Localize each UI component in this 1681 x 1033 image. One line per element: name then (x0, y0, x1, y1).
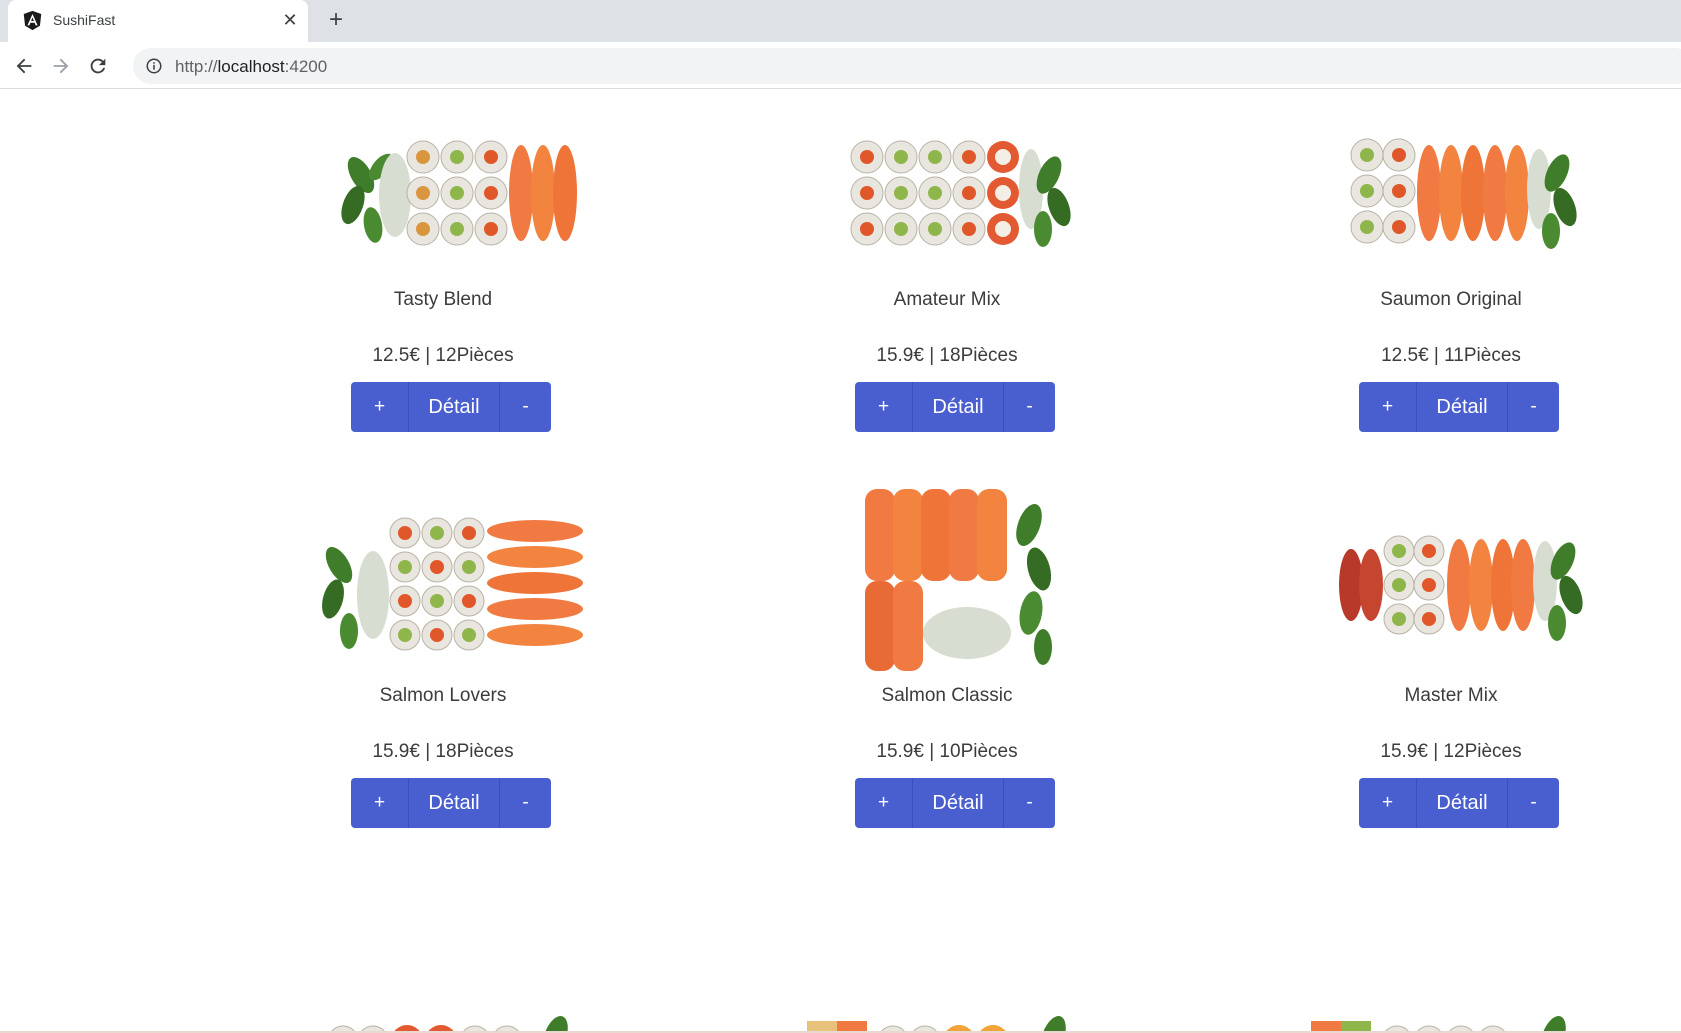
product-price: 15.9€ | 12Pièces (1380, 741, 1522, 762)
url-scheme: http:// (175, 57, 218, 76)
add-button[interactable]: + (1359, 382, 1416, 432)
salmon-nigiri-icon (509, 145, 577, 241)
arrow-right-icon (53, 58, 69, 74)
remove-button[interactable]: - (1508, 778, 1559, 828)
product-card (737, 941, 1157, 1033)
detail-button[interactable]: Détail (1416, 778, 1508, 828)
product-image[interactable] (293, 89, 593, 279)
url-port: :4200 (284, 57, 328, 76)
product-image[interactable] (293, 941, 593, 1033)
salmon-nigiri-icon (487, 520, 583, 646)
back-button[interactable] (8, 50, 40, 82)
product-image[interactable] (797, 89, 1097, 279)
edamame-icon (1040, 1015, 1066, 1033)
browser-tab[interactable]: SushiFast ✕ (8, 0, 308, 42)
url-text: http://localhost:4200 (175, 57, 327, 77)
product-grid: Tasty Blend 12.5€ | 12Pièces + Détail - (0, 89, 1681, 1033)
product-image[interactable] (797, 485, 1097, 675)
browser-toolbar: http://localhost:4200 (0, 42, 1681, 89)
detail-button[interactable]: Détail (912, 778, 1004, 828)
detail-button[interactable]: Détail (1416, 382, 1508, 432)
maki-rolls-icon (406, 140, 508, 246)
browser-tab-strip: SushiFast ✕ + (0, 0, 1681, 42)
angular-logo-icon (23, 10, 42, 31)
reload-icon (90, 58, 106, 74)
cabbage-icon (357, 551, 389, 639)
cabbage-icon (923, 607, 1011, 659)
tab-title: SushiFast (53, 12, 116, 28)
new-tab-icon[interactable]: + (322, 6, 350, 34)
product-price: 12.5€ | 12Pièces (372, 345, 514, 366)
product-name: Saumon Original (1380, 289, 1522, 310)
salmon-nigiri-icon (1417, 145, 1529, 241)
product-name: Master Mix (1404, 685, 1498, 706)
cabbage-icon (379, 153, 411, 237)
product-card: Master Mix 15.9€ | 12Pièces + Détail - (1241, 485, 1661, 865)
product-name: Tasty Blend (393, 289, 493, 310)
product-name: Amateur Mix (893, 289, 1001, 310)
product-card: Salmon Lovers 15.9€ | 18Pièces + Détail … (233, 485, 653, 865)
edamame-icon (1016, 503, 1052, 665)
product-price: 12.5€ | 11Pièces (1381, 345, 1521, 366)
product-actions: + Détail - (351, 778, 551, 828)
product-image[interactable] (293, 485, 593, 675)
product-image[interactable] (1301, 941, 1601, 1033)
product-card (233, 941, 653, 1033)
maki-rolls-icon (1383, 535, 1445, 635)
add-button[interactable]: + (1359, 778, 1416, 828)
product-card: Salmon Classic 15.9€ | 10Pièces + Détail… (737, 485, 1157, 865)
product-actions: + Détail - (351, 382, 551, 432)
url-host: localhost (217, 57, 285, 76)
arrow-left-icon (16, 58, 32, 74)
edamame-icon (1540, 1015, 1566, 1033)
remove-button[interactable]: - (1004, 778, 1055, 828)
address-bar[interactable]: http://localhost:4200 (133, 48, 1681, 84)
product-card (1241, 941, 1661, 1033)
product-image[interactable] (797, 941, 1097, 1033)
remove-button[interactable]: - (500, 382, 551, 432)
detail-button[interactable]: Détail (408, 382, 500, 432)
remove-button[interactable]: - (500, 778, 551, 828)
remove-button[interactable]: - (1508, 382, 1559, 432)
detail-button[interactable]: Détail (408, 778, 500, 828)
edamame-icon (322, 546, 358, 649)
product-card: Tasty Blend 12.5€ | 12Pièces + Détail - (233, 89, 653, 469)
product-card: Amateur Mix 15.9€ | 18Pièces + Détail - (737, 89, 1157, 469)
info-icon[interactable] (145, 57, 163, 75)
add-button[interactable]: + (351, 382, 408, 432)
forward-button[interactable] (45, 50, 77, 82)
close-tab-icon[interactable]: ✕ (278, 8, 302, 32)
remove-button[interactable]: - (1004, 382, 1055, 432)
product-price: 15.9€ | 10Pièces (876, 741, 1018, 762)
product-actions: + Détail - (855, 778, 1055, 828)
add-button[interactable]: + (351, 778, 408, 828)
add-button[interactable]: + (855, 382, 912, 432)
maki-rolls-icon (850, 140, 1019, 246)
product-image[interactable] (1301, 485, 1601, 675)
product-price: 15.9€ | 18Pièces (876, 345, 1018, 366)
product-actions: + Détail - (1359, 382, 1559, 432)
tuna-nigiri-icon (1339, 549, 1383, 621)
product-name: Salmon Lovers (379, 685, 507, 706)
product-price: 15.9€ | 18Pièces (372, 741, 514, 762)
product-name: Salmon Classic (881, 685, 1013, 706)
add-button[interactable]: + (855, 778, 912, 828)
product-actions: + Détail - (855, 382, 1055, 432)
product-card: Saumon Original 12.5€ | 11Pièces + Détai… (1241, 89, 1661, 469)
maki-rolls-icon (1350, 138, 1416, 244)
salmon-nigiri-icon (1447, 539, 1535, 631)
product-actions: + Détail - (1359, 778, 1559, 828)
detail-button[interactable]: Détail (912, 382, 1004, 432)
edamame-icon (542, 1015, 568, 1033)
maki-rolls-icon (389, 517, 485, 651)
reload-button[interactable] (82, 50, 114, 82)
product-image[interactable] (1301, 89, 1601, 279)
